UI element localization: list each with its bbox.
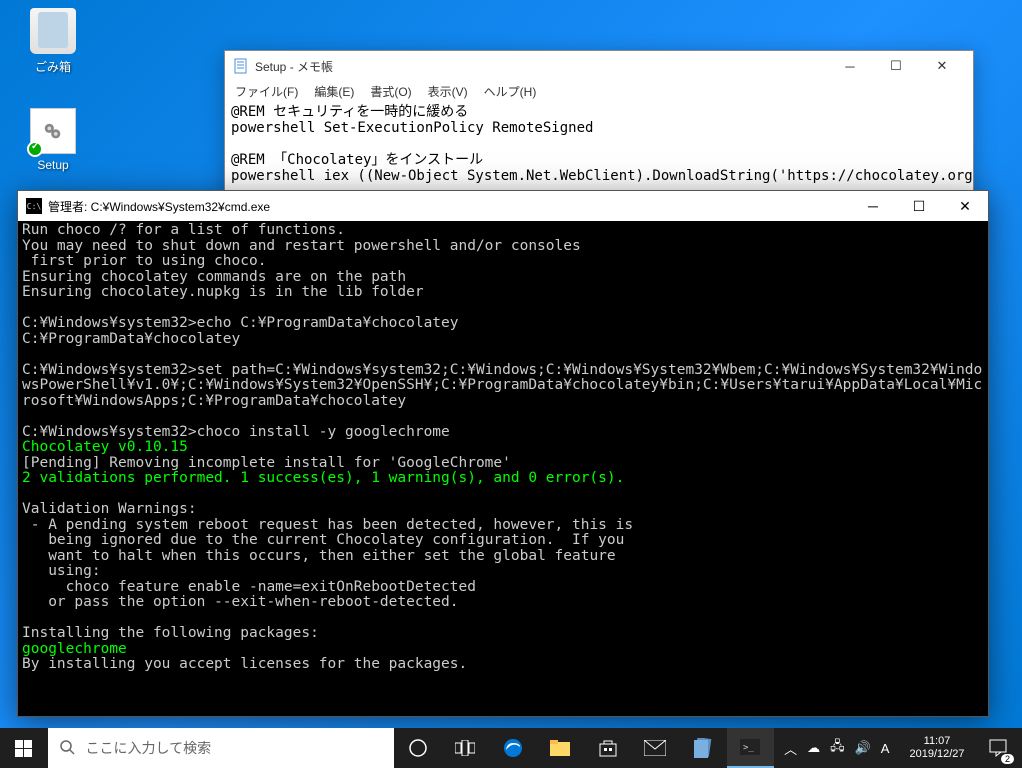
cmd-output[interactable]: Run choco /? for a list of functions.You… [18,221,988,716]
start-button[interactable] [0,728,48,768]
menu-help[interactable]: ヘルプ(H) [478,81,543,102]
cmd-title-text: 管理者: C:¥Windows¥System32¥cmd.exe [48,198,270,215]
system-tray[interactable]: ︿ ☁ 🖧 🔊 A [774,728,899,768]
setup-file-label: Setup [18,158,88,172]
cmd-window[interactable]: C:\ 管理者: C:¥Windows¥System32¥cmd.exe ─ ☐… [17,190,989,717]
clock-time: 11:07 [909,735,964,748]
cmd-taskbar-icon[interactable]: >_ [727,728,775,768]
search-placeholder: ここに入力して検索 [86,738,212,758]
close-button[interactable]: ✕ [942,191,988,221]
notepad-menubar: ファイル(F) 編集(E) 書式(O) 表示(V) ヘルプ(H) [225,81,973,102]
taskbar: ここに入力して検索 >_ ︿ ☁ 🖧 🔊 A 11:07 2019/12/27 … [0,728,1022,768]
minimize-button[interactable]: ─ [827,51,873,81]
recycle-bin-icon[interactable]: ごみ箱 [18,8,88,75]
maximize-button[interactable]: ☐ [873,51,919,81]
notepad-titlebar[interactable]: Setup - メモ帳 ─ ☐ ✕ [225,51,973,81]
recycle-bin-label: ごみ箱 [18,58,88,75]
notification-badge: 2 [1001,754,1014,764]
menu-view[interactable]: 表示(V) [422,81,474,102]
search-input[interactable]: ここに入力して検索 [48,728,395,768]
cortana-icon[interactable] [394,728,442,768]
search-icon [60,740,76,756]
maximize-button[interactable]: ☐ [896,191,942,221]
tray-chevron-icon[interactable]: ︿ [782,739,799,758]
menu-edit[interactable]: 編集(E) [308,81,360,102]
explorer-icon[interactable] [537,728,585,768]
clock[interactable]: 11:07 2019/12/27 [899,728,974,768]
setup-file-icon[interactable]: Setup [18,108,88,172]
close-button[interactable]: ✕ [919,51,965,81]
volume-icon[interactable]: 🔊 [853,740,873,756]
notepad-textarea[interactable]: @REM セキュリティを一時的に緩める powershell Set-Execu… [225,102,973,186]
app-icon[interactable] [679,728,727,768]
ime-icon[interactable]: A [879,741,892,756]
notepad-icon [233,58,249,74]
svg-text:>_: >_ [743,743,754,753]
notepad-title-text: Setup - メモ帳 [255,58,333,75]
cmd-icon: C:\ [26,198,42,214]
store-icon[interactable] [584,728,632,768]
network-icon[interactable]: 🖧 [828,737,847,759]
cmd-titlebar[interactable]: C:\ 管理者: C:¥Windows¥System32¥cmd.exe ─ ☐… [18,191,988,221]
mail-icon[interactable] [632,728,680,768]
action-center-icon[interactable]: 2 [975,728,1022,768]
onedrive-icon[interactable]: ☁ [805,740,822,756]
edge-icon[interactable] [489,728,537,768]
minimize-button[interactable]: ─ [850,191,896,221]
menu-format[interactable]: 書式(O) [364,81,417,102]
menu-file[interactable]: ファイル(F) [229,81,304,102]
clock-date: 2019/12/27 [909,748,964,761]
task-view-icon[interactable] [442,728,490,768]
